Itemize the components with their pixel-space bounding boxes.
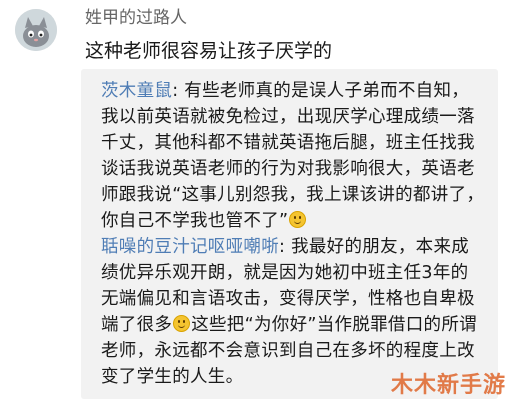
- reply-text: 有些老师真的是误人子弟而不自知，我以前英语就被免检过，出现厌学心理成绩一落千丈，…: [101, 81, 485, 231]
- reply-list: 茨木童鼠: 有些老师真的是误人子弟而不自知，我以前英语就被免检过，出现厌学心理成…: [81, 69, 498, 399]
- reply-author-link[interactable]: 茨木童鼠: [101, 81, 172, 101]
- cartoon-cat-avatar-icon: [15, 9, 57, 51]
- site-watermark: 木木新手游: [390, 373, 506, 398]
- smile-emoji-icon: [289, 211, 307, 228]
- comment-text: 这种老师很容易让孩子厌学的: [85, 40, 333, 62]
- reply-author-link[interactable]: 聒噪的豆汁记呕哑嘲哳: [101, 237, 279, 257]
- comment-thread: 姓甲的过路人 这种老师很容易让孩子厌学的 茨木童鼠: 有些老师真的是误人子弟而不…: [0, 0, 512, 401]
- reply-item: 茨木童鼠: 有些老师真的是误人子弟而不自知，我以前英语就被免检过，出现厌学心理成…: [101, 78, 485, 234]
- user-avatar[interactable]: [15, 9, 57, 51]
- top-comment: 姓甲的过路人 这种老师很容易让孩子厌学的: [0, 0, 512, 70]
- smile-emoji-icon: [173, 315, 191, 332]
- comment-username[interactable]: 姓甲的过路人: [85, 7, 187, 29]
